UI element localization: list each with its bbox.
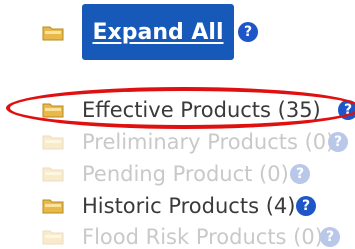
- expand-all-button[interactable]: Expand All: [82, 4, 234, 60]
- folder-icon: [42, 24, 64, 41]
- help-icon[interactable]: ?: [328, 132, 348, 152]
- tree-item-pending-product: Pending Product (0): [82, 162, 289, 186]
- help-icon[interactable]: ?: [238, 22, 258, 42]
- help-icon[interactable]: ?: [296, 196, 316, 216]
- folder-icon: [42, 165, 64, 182]
- tree-item-effective-products[interactable]: Effective Products (35): [82, 98, 321, 122]
- folder-icon: [42, 133, 64, 150]
- tree-item-preliminary-products: Preliminary Products (0): [82, 130, 335, 154]
- folder-icon: [42, 228, 64, 245]
- tree-item-flood-risk-products: Flood Risk Products (0): [82, 225, 323, 249]
- expand-all-label: Expand All: [92, 19, 224, 45]
- help-icon[interactable]: ?: [320, 227, 340, 247]
- folder-icon[interactable]: [42, 101, 64, 118]
- folder-icon[interactable]: [42, 197, 64, 214]
- help-icon[interactable]: ?: [338, 100, 355, 120]
- help-icon[interactable]: ?: [290, 164, 310, 184]
- tree-item-historic-products[interactable]: Historic Products (4): [82, 194, 295, 218]
